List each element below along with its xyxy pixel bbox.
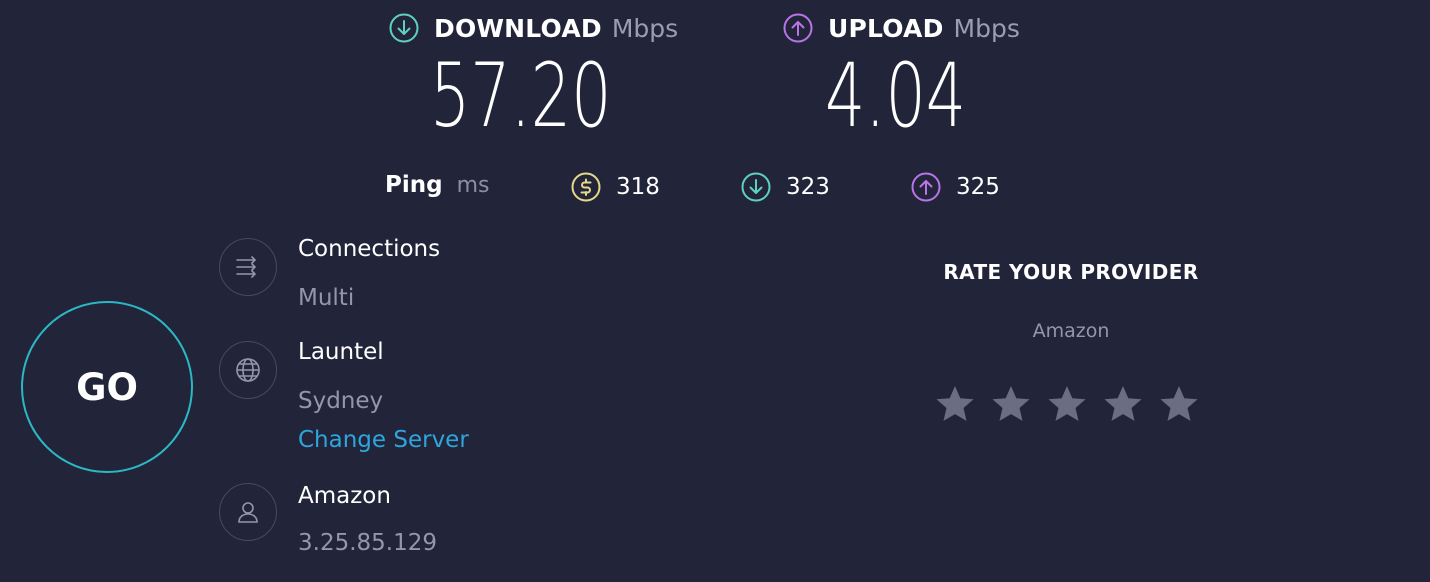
arrow-down-circle-icon <box>388 12 420 44</box>
upload-value: 4.04 <box>825 44 967 147</box>
ping-idle-value: 318 <box>616 174 660 200</box>
star-icon[interactable] <box>1103 384 1143 424</box>
ping-upload-value: 325 <box>956 174 1000 200</box>
download-header: DOWNLOAD Mbps <box>388 12 678 44</box>
ping-download-value: 323 <box>786 174 830 200</box>
star-icon[interactable] <box>935 384 975 424</box>
star-icon[interactable] <box>1047 384 1087 424</box>
server-location: Sydney <box>298 388 384 414</box>
globe-icon <box>219 341 277 399</box>
star-rating <box>935 384 1199 424</box>
download-value: 57.20 <box>430 44 612 147</box>
go-button[interactable]: GO <box>21 301 193 473</box>
upload-header: UPLOAD Mbps <box>782 12 1020 44</box>
star-icon[interactable] <box>991 384 1031 424</box>
download-label: DOWNLOAD <box>434 13 602 43</box>
arrow-up-circle-icon <box>910 171 942 203</box>
change-server-link[interactable]: Change Server <box>298 427 469 453</box>
ping-upload: 325 <box>910 171 1000 203</box>
upload-label: UPLOAD <box>828 13 944 43</box>
provider-name: Amazon <box>298 483 391 509</box>
star-icon[interactable] <box>1159 384 1199 424</box>
ping-idle: 318 <box>570 171 660 203</box>
connections-title: Connections <box>298 236 441 262</box>
download-unit: Mbps <box>611 13 679 43</box>
upload-unit: Mbps <box>953 13 1020 43</box>
ping-unit: ms <box>456 172 490 198</box>
ping-label-group: Ping ms <box>385 172 490 198</box>
rate-provider-name: Amazon <box>1032 320 1110 342</box>
connections-value[interactable]: Multi <box>298 285 354 311</box>
ping-idle-icon <box>570 171 602 203</box>
connections-icon[interactable] <box>219 238 277 296</box>
ping-download: 323 <box>740 171 830 203</box>
rate-provider-title: RATE YOUR PROVIDER <box>943 260 1199 284</box>
user-icon <box>219 483 277 541</box>
arrow-up-circle-icon <box>782 12 814 44</box>
provider-ip: 3.25.85.129 <box>298 530 437 556</box>
arrow-down-circle-icon <box>740 171 772 203</box>
server-name: Launtel <box>298 339 384 365</box>
ping-label: Ping <box>385 172 443 198</box>
